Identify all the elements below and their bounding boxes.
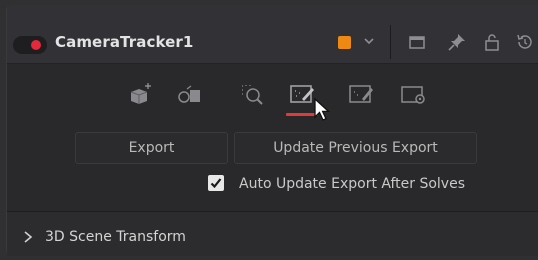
- node-title: CameraTracker1: [55, 33, 194, 51]
- lock-icon[interactable]: [482, 32, 502, 52]
- section-label: 3D Scene Transform: [45, 229, 186, 245]
- edit-export-icon[interactable]: [347, 80, 377, 110]
- auto-update-label: Auto Update Export After Solves: [239, 176, 465, 192]
- collapse-dot-icon: [31, 40, 41, 50]
- window-icon[interactable]: [407, 32, 427, 52]
- update-previous-export-button[interactable]: Update Previous Export: [234, 132, 477, 164]
- export-button[interactable]: Export: [75, 132, 228, 164]
- solve-icon[interactable]: [175, 80, 205, 110]
- inspector-panel: CameraTracker1 Export Update Previous Ex…: [6, 5, 538, 256]
- reset-icon[interactable]: [514, 32, 534, 52]
- mode-toolbar: [7, 65, 538, 127]
- node-header: CameraTracker1: [7, 5, 538, 64]
- pin-icon[interactable]: [447, 32, 467, 52]
- auto-update-checkbox[interactable]: [208, 175, 224, 191]
- section-3d-scene-transform[interactable]: 3D Scene Transform: [7, 212, 538, 256]
- track-icon[interactable]: [125, 80, 155, 110]
- color-swatch-icon[interactable]: [338, 36, 351, 49]
- options-icon[interactable]: [399, 80, 429, 110]
- mouse-cursor-icon: [314, 97, 331, 121]
- chevron-down-icon[interactable]: [361, 33, 377, 49]
- chevron-right-icon: [24, 231, 33, 243]
- refine-icon[interactable]: [237, 80, 267, 110]
- node-enable-toggle[interactable]: [13, 36, 47, 54]
- header-divider: [390, 25, 391, 59]
